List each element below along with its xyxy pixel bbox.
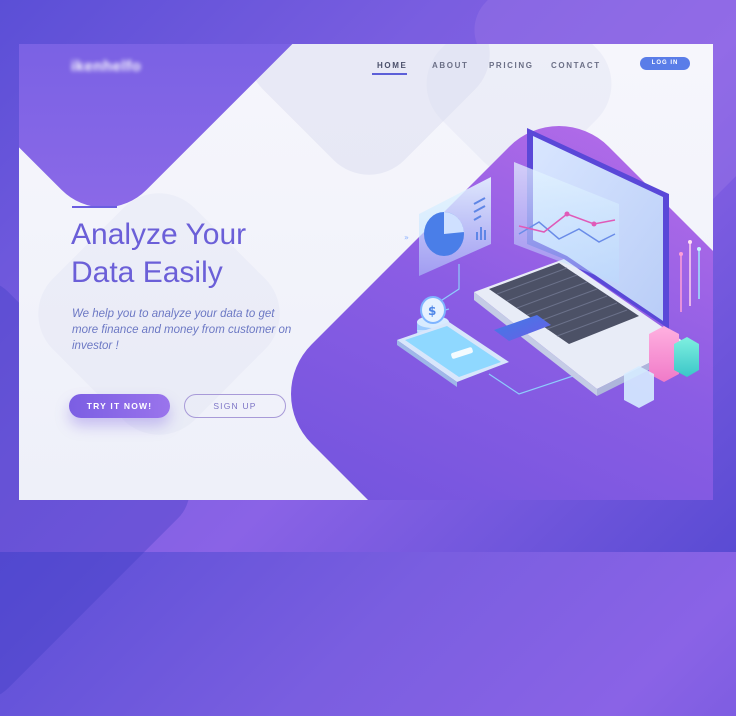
landing-page-card: ikenhelfo HOME ABOUT PRICING CONTACT LOG… (19, 44, 713, 500)
svg-text:»: » (404, 233, 409, 242)
data-analytics-illustration: » $ (397, 128, 701, 408)
svg-text:$: $ (428, 304, 436, 318)
pie-chart-icon: » (404, 177, 491, 276)
smartphone-icon (397, 322, 509, 387)
